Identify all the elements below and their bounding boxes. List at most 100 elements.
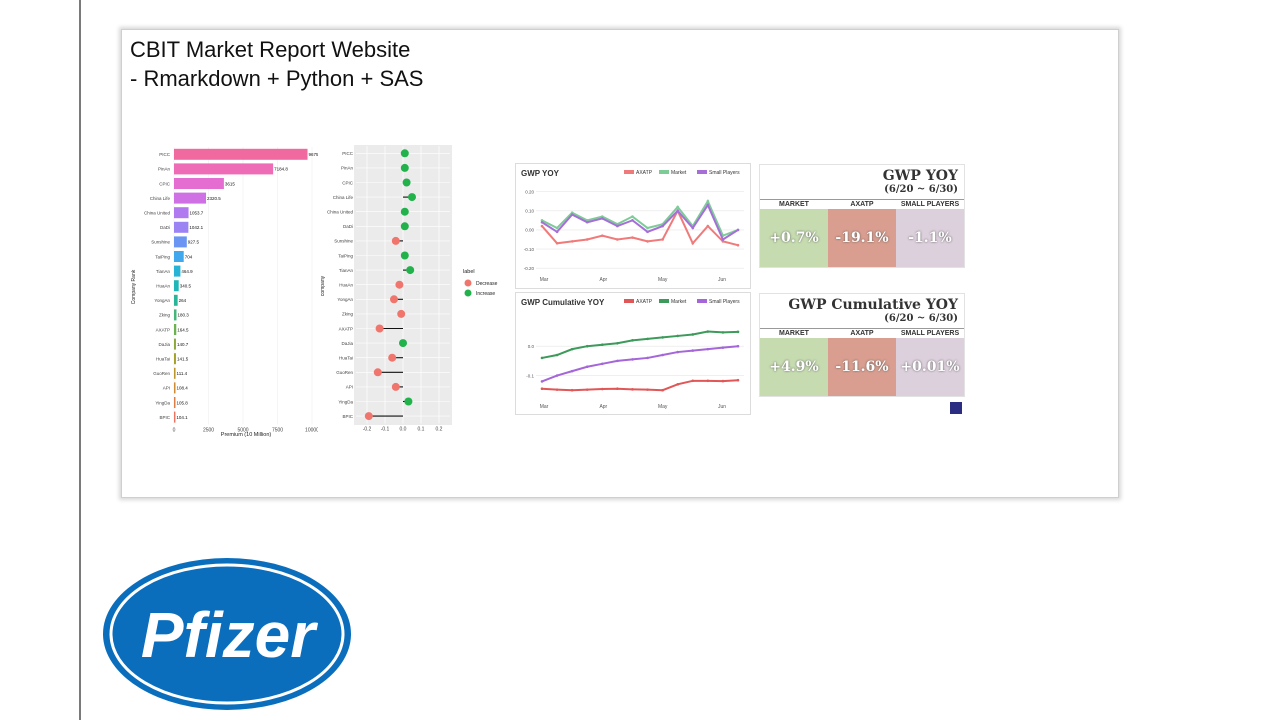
line-legend-swatch: [624, 170, 634, 174]
line-point: [616, 341, 619, 345]
premium-bar-chart: Company Rank Premium (10 Million) 0 2500 5…: [126, 142, 336, 442]
dot-mark: [400, 149, 409, 158]
bar-mark: [174, 397, 176, 408]
slide-title-line-1: CBIT Market Report Website: [130, 37, 411, 62]
bar-mark: [174, 192, 207, 204]
dot-mark: [391, 236, 400, 245]
bar-value-label: 2320.5: [207, 196, 221, 201]
bar-value-label: 264: [179, 298, 187, 303]
bar-value-label: 927.5: [188, 240, 200, 245]
screenshot-frame: CBIT Market Report Website - Rmarkdown +…: [121, 29, 1119, 498]
bar-mark: [174, 309, 177, 321]
line-y-tick-label: 0.00: [525, 228, 534, 233]
bar-category-label: HuaAn: [156, 284, 170, 289]
bar-x-tick-label: 7500: [272, 427, 283, 433]
bar-category-label: API: [163, 386, 170, 391]
line-point: [585, 388, 589, 391]
dot-legend-title: label: [463, 269, 475, 275]
dot-x-tick-label: -0.2: [363, 426, 372, 432]
line-point: [631, 358, 634, 361]
dot-category-label: DaJia: [341, 341, 353, 346]
line-point: [646, 337, 649, 341]
bar-mark: [174, 207, 189, 219]
pfizer-logo: Pfizer: [97, 554, 355, 714]
line-point: [661, 353, 664, 357]
dot-category-label: YingDa: [338, 399, 353, 404]
yoy-dot-chart: company -0.2 -0.1 0.0 0.1 0.2 PICC PinAn CPIC Ch…: [318, 142, 508, 442]
line-point: [691, 333, 695, 336]
line-point: [601, 343, 604, 347]
bar-mark: [174, 382, 176, 394]
line-point: [540, 356, 544, 360]
bar-value-label: 104.1: [176, 415, 188, 420]
bar-mark: [174, 324, 177, 335]
dot-x-tick-label: 0.0: [400, 426, 407, 432]
bar-mark: [174, 236, 187, 248]
line-point: [570, 213, 574, 216]
bar-value-label: 105.8: [176, 400, 188, 405]
dot-x-tick-label: -0.1: [381, 426, 390, 432]
line-point: [570, 347, 574, 351]
bar-value-label: 140.7: [177, 342, 189, 347]
line-point: [631, 236, 634, 239]
bar-value-label: 704: [185, 254, 193, 259]
line-point: [661, 238, 664, 241]
line-x-tick-label: May: [658, 277, 668, 283]
dot-category-label: PICC: [342, 151, 354, 156]
bar-x-tick-label: 5000: [237, 427, 248, 433]
line-point: [631, 215, 634, 218]
bar-category-label: AXATP: [156, 327, 170, 332]
line-point: [540, 224, 544, 228]
line-point: [570, 240, 574, 243]
slide-title-line-2: - Rmarkdown + Python + SAS: [130, 66, 424, 91]
bar-value-label: 3615: [225, 181, 236, 186]
line-series-path: [541, 330, 739, 359]
dot-mark: [406, 266, 415, 275]
line-point: [555, 242, 559, 245]
bar-category-label: YongAn: [154, 298, 170, 303]
line-point: [736, 228, 740, 232]
bar-value-label: 180.3: [177, 313, 189, 318]
gwp-yoy-legend: AXATP Market Small Players: [624, 170, 740, 176]
gwp-yoy-card-title: GWP YOY: [882, 168, 958, 184]
line-point: [661, 224, 664, 228]
gwp-cum-card-header: GWP Cumulative YOY (6/20 ~ 6/30): [788, 298, 958, 325]
bar-value-label: 464.9: [181, 269, 193, 274]
dot-category-label: China United: [327, 210, 354, 215]
line-legend-swatch: [659, 299, 669, 303]
line-legend-label: Market: [671, 170, 687, 176]
gwp-cum-card-title: GWP Cumulative YOY: [788, 297, 958, 313]
dot-category-label: API: [346, 385, 353, 390]
pfizer-logo-text: Pfizer: [141, 599, 318, 671]
line-point: [721, 238, 725, 241]
line-point: [585, 238, 589, 241]
line-point: [706, 203, 710, 207]
dot-mark: [375, 324, 384, 333]
line-point: [540, 220, 544, 224]
line-point: [736, 378, 740, 382]
bar-category-label: DaDi: [160, 225, 170, 230]
gwp-yoy-card-subtitle: (6/20 ~ 6/30): [884, 184, 958, 195]
line-point: [616, 359, 619, 363]
dot-x-tick-label: 0.1: [418, 426, 425, 432]
value-axatp: -19.1%: [828, 209, 896, 267]
value-axatp: -11.6%: [828, 338, 896, 396]
bar-value-label: 164.5: [177, 327, 189, 332]
dot-mark: [391, 382, 400, 391]
line-point: [585, 344, 589, 348]
line-point: [706, 224, 710, 228]
bar-category-label: CPIC: [159, 181, 171, 186]
bar-category-label: YingDa: [155, 400, 170, 405]
line-legend-swatch: [697, 170, 707, 174]
line-point: [661, 336, 664, 339]
line-legend-swatch: [624, 299, 634, 303]
bar-mark: [174, 221, 189, 233]
line-point: [676, 383, 679, 386]
bar-category-label: China United: [144, 211, 171, 216]
dot-mark: [399, 339, 407, 348]
line-point: [555, 230, 559, 234]
line-x-tick-label: May: [658, 404, 668, 410]
axa-logo-icon: [950, 402, 962, 414]
legend-decrease-dot: [464, 279, 472, 287]
line-y-tick-label: 0.10: [525, 209, 534, 214]
